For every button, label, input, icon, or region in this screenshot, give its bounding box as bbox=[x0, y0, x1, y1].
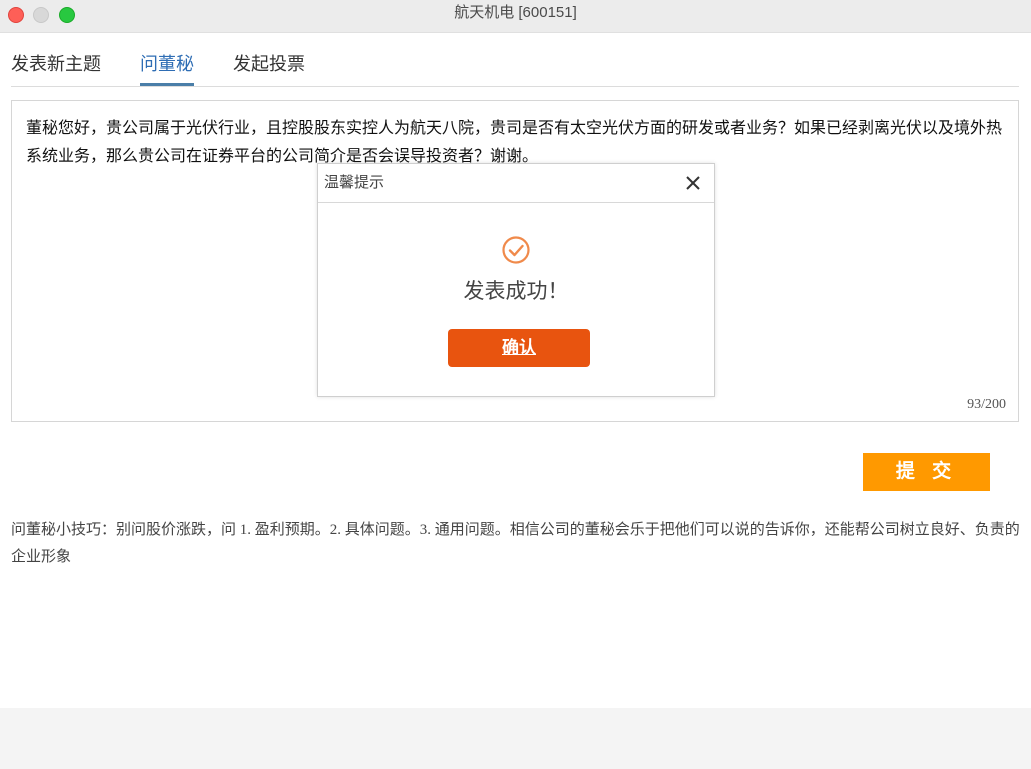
footer-area bbox=[0, 708, 1031, 769]
submit-button[interactable]: 提 交 bbox=[863, 453, 990, 491]
char-counter: 93/200 bbox=[967, 397, 1006, 412]
tab-bar: 发表新主题 问董秘 发起投票 bbox=[11, 50, 1019, 87]
tab-ask-secretary[interactable]: 问董秘 bbox=[140, 50, 194, 86]
close-icon[interactable] bbox=[684, 174, 702, 192]
confirm-button[interactable]: 确认 bbox=[448, 329, 590, 367]
success-message: 发表成功！ bbox=[463, 279, 569, 303]
window-title: 航天机电 [600151] bbox=[454, 4, 577, 21]
tab-start-vote[interactable]: 发起投票 bbox=[233, 50, 305, 84]
tab-new-topic[interactable]: 发表新主题 bbox=[11, 50, 101, 84]
check-circle-icon bbox=[502, 236, 530, 264]
dialog-header: 温馨提示 bbox=[318, 164, 714, 203]
tips-text: 问董秘小技巧：别问股价涨跌，问 1. 盈利预期。2. 具体问题。3. 通用问题。… bbox=[11, 522, 1020, 565]
dialog-title: 温馨提示 bbox=[324, 175, 385, 191]
success-dialog: 温馨提示 发表成功！ 确认 bbox=[317, 163, 715, 397]
app-window: 航天机电 [600151] 发表新主题 问董秘 发起投票 董秘您好，贵公司属于光… bbox=[0, 0, 1031, 769]
title-bar: 航天机电 [600151] bbox=[0, 0, 1031, 33]
